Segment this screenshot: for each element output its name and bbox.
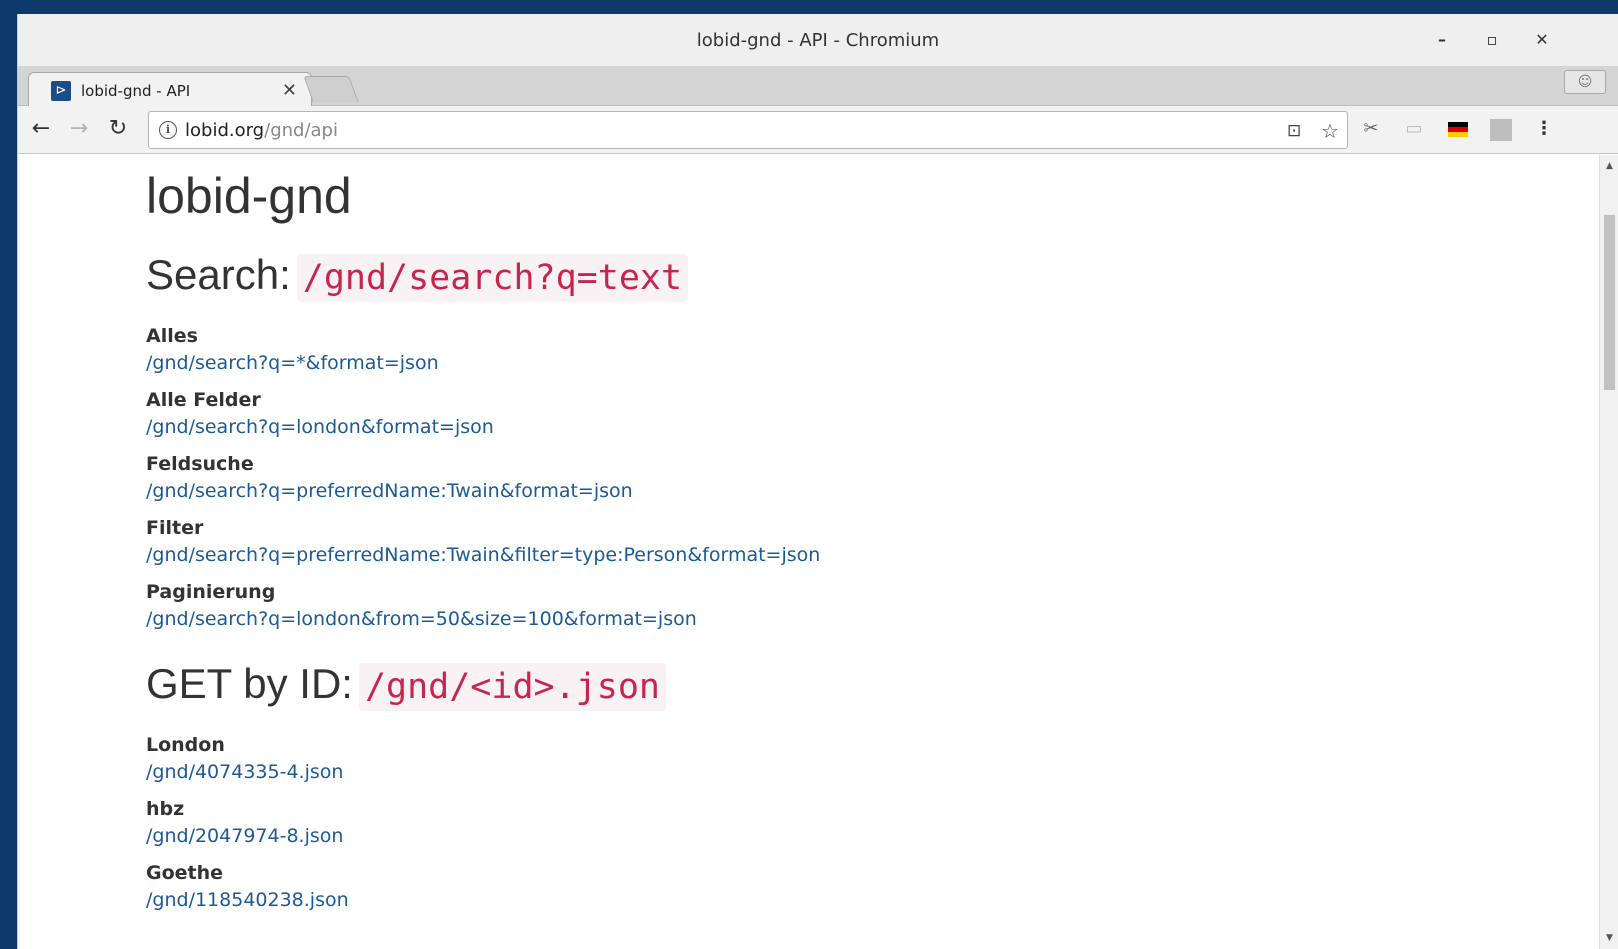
search-heading: Search:/gnd/search?q=text [146, 251, 689, 302]
search-label: Search: [146, 251, 291, 298]
example-term: Feldsuche [146, 453, 254, 475]
get-code: /gnd/<id>.json [358, 662, 666, 711]
scroll-down-arrow-icon[interactable]: ▼ [1604, 933, 1615, 943]
url-host: lobid.org [185, 120, 265, 141]
new-tab-button[interactable] [303, 76, 359, 102]
profile-icon[interactable]: ☺ [1564, 70, 1606, 94]
example-term: hbz [146, 798, 185, 820]
lobid-favicon-icon: ⊳ [51, 81, 71, 101]
bookmark-star-icon[interactable]: ☆ [1321, 119, 1339, 143]
example-link[interactable]: /gnd/search?q=*&format=json [146, 350, 820, 386]
forward-icon[interactable]: → [66, 116, 92, 142]
example-link[interactable]: /gnd/2047974-8.json [146, 823, 349, 859]
browser-window: lobid-gnd - API - Chromium – ▫ ✕ ⊳ lobid… [17, 14, 1618, 949]
reload-icon[interactable]: ↻ [105, 116, 131, 142]
get-by-id-heading: GET by ID:/gnd/<id>.json [146, 660, 666, 711]
maximize-button[interactable]: ▫ [1478, 26, 1506, 54]
get-examples-list: London /gnd/4074335-4.json hbz /gnd/2047… [146, 731, 349, 923]
menu-icon[interactable]: ⋮ [1533, 118, 1555, 140]
window-title: lobid-gnd - API - Chromium [696, 30, 940, 51]
example-term: Alle Felder [146, 389, 261, 411]
scroll-thumb[interactable] [1604, 215, 1615, 390]
tab-close-icon[interactable]: ✕ [282, 80, 297, 101]
page-title: lobid-gnd [146, 168, 352, 224]
scroll-up-arrow-icon[interactable]: ▲ [1604, 161, 1615, 171]
info-icon[interactable]: i [159, 121, 177, 139]
example-link[interactable]: /gnd/search?q=preferredName:Twain&filter… [146, 542, 820, 578]
url-text: lobid.org/gnd/api [185, 120, 338, 141]
search-code: /gnd/search?q=text [296, 253, 689, 302]
example-link[interactable]: /gnd/search?q=london&from=50&size=100&fo… [146, 606, 820, 642]
back-icon[interactable]: ← [28, 116, 54, 142]
example-term: Filter [146, 517, 204, 539]
minimize-button[interactable]: – [1428, 26, 1456, 54]
search-examples-list: Alles /gnd/search?q=*&format=json Alle F… [146, 322, 820, 642]
extension-tools-icon[interactable]: ✂ [1360, 118, 1382, 140]
url-path: /gnd/api [264, 120, 338, 141]
example-term: Goethe [146, 862, 224, 884]
page-content: lobid-gnd Search:/gnd/search?q=text Alle… [18, 155, 1600, 949]
example-term: Alles [146, 325, 198, 347]
browser-toolbar: ← → ↻ i lobid.org/gnd/api ⊡ ☆ ✂ ▭ ⋮ [18, 106, 1618, 154]
example-link[interactable]: /gnd/search?q=london&format=json [146, 414, 820, 450]
example-link[interactable]: /gnd/118540238.json [146, 887, 349, 923]
vertical-scrollbar[interactable]: ▲ ▼ [1599, 155, 1618, 949]
title-bar: lobid-gnd - API - Chromium – ▫ ✕ [18, 14, 1618, 66]
example-term: Paginierung [146, 581, 276, 603]
tab-strip: ⊳ lobid-gnd - API ✕ ☺ [18, 66, 1618, 107]
extension-placeholder-icon[interactable] [1490, 119, 1512, 141]
example-term: London [146, 734, 225, 756]
german-flag-icon[interactable] [1448, 122, 1468, 137]
cast-icon[interactable]: ▭ [1403, 118, 1425, 140]
close-window-button[interactable]: ✕ [1528, 26, 1556, 54]
get-label: GET by ID: [146, 660, 353, 707]
translate-icon[interactable]: ⊡ [1287, 121, 1301, 141]
example-link[interactable]: /gnd/search?q=preferredName:Twain&format… [146, 478, 820, 514]
example-link[interactable]: /gnd/4074335-4.json [146, 759, 349, 795]
tab-title: lobid-gnd - API [81, 82, 191, 100]
tab-lobid-gnd-api[interactable]: ⊳ lobid-gnd - API ✕ [28, 72, 312, 107]
address-bar[interactable]: i lobid.org/gnd/api ⊡ ☆ [148, 111, 1348, 149]
